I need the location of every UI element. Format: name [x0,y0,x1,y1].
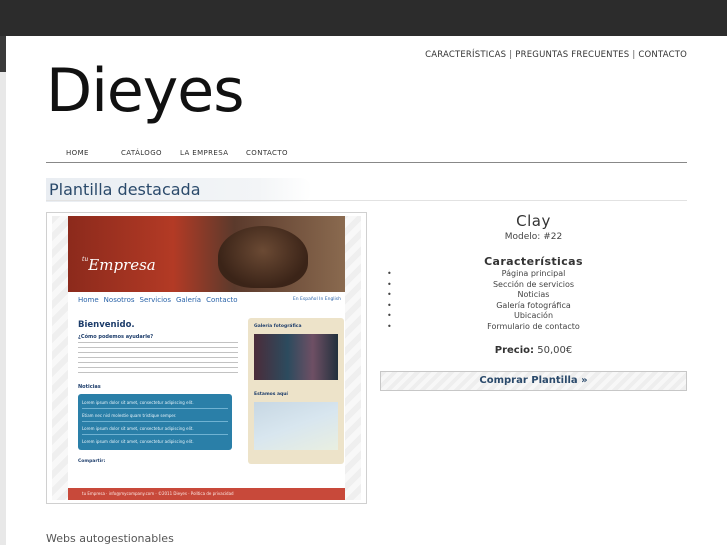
preview-footer: tu Empresa · info@mycompany.com · ©2011 … [68,488,345,500]
section-title: Plantilla destacada [49,180,201,199]
preview-map-image [254,402,338,450]
browser-top-bar [0,0,727,36]
main-nav: HOME CATÁLOGO LA EMPRESA CONTACTO [46,143,687,163]
preview-news-item: Lorem ipsum dolor sit amet, consectetur … [82,426,194,431]
top-link-separator: | [632,50,636,60]
preview-language-flags: En Español In English [293,297,341,302]
feature-item: Página principal [380,269,687,280]
product-price: Precio: 50,00€ [380,345,687,356]
preview-pottery-photo [218,226,308,288]
preview-body: Home Nosotros Servicios Galería Contacto En … [68,292,345,488]
preview-news-divider [82,408,228,409]
template-preview-frame[interactable]: tuEmpresa Home Nosotros Servicios Galería Co… [46,212,367,504]
preview-news-title: Noticias [78,384,101,390]
price-label: Precio: [494,345,535,356]
nav-item-contacto[interactable]: CONTACTO [246,149,288,157]
preview-footer-text: tu Empresa · info@mycompany.com · ©2011 … [82,491,234,496]
preview-news-item: Lorem ipsum dolor sit amet, consectetur … [82,400,194,405]
preview-nav-item: Home [78,296,99,304]
top-link-preguntas[interactable]: PREGUNTAS FRECUENTES [515,50,629,60]
preview-news-divider [82,421,228,422]
section-title-bar: Plantilla destacada [46,178,312,202]
feature-item: Formulario de contacto [380,322,687,333]
buy-template-button[interactable]: Comprar Plantilla » [380,371,687,391]
top-link-separator: | [509,50,513,60]
preview-brand: tuEmpresa [82,256,156,274]
features-title: Características [484,255,583,268]
preview-flag-en: In English [319,297,341,302]
preview-news-divider [82,434,228,435]
preview-flag-es: En Español [292,297,318,302]
product-name: Clay [516,212,551,230]
nav-item-home[interactable]: HOME [66,149,89,157]
preview-news-box: Lorem ipsum dolor sit amet, consectetur … [78,394,232,450]
preview-nav-item: Contacto [206,296,238,304]
section-divider [46,200,687,201]
features-list: Página principal Sección de servicios No… [380,269,687,333]
product-model: Modelo: #22 [504,232,563,242]
preview-gallery-image [254,334,338,380]
nav-item-la-empresa[interactable]: LA EMPRESA [180,149,228,157]
preview-news-item: Etiam nec nisl molestie quam tristique s… [82,413,177,418]
preview-location-label: Estamos aquí [254,392,288,397]
preview-sidebar: Galería fotográfica Estamos aquí [248,318,344,464]
preview-nav-item: Galería [175,296,202,304]
preview-nav-item: Servicios [139,296,171,304]
nav-item-catalogo[interactable]: CATÁLOGO [121,149,162,157]
preview-nav-item: Nosotros [103,296,135,304]
top-link-contacto[interactable]: CONTACTO [638,50,687,60]
preview-gallery-label: Galería fotográfica [254,324,302,329]
preview-header: tuEmpresa [68,216,345,292]
feature-item: Ubicación [380,311,687,322]
preview-subtitle: ¿Cómo podemos ayudarle? [78,334,154,340]
feature-item: Galería fotográfica [380,301,687,312]
preview-brand-name: Empresa [88,256,156,274]
template-preview-image[interactable]: tuEmpresa Home Nosotros Servicios Galería Co… [52,216,361,500]
top-links: CARACTERÍSTICAS | PREGUNTAS FRECUENTES | CON… [425,50,687,60]
site-logo[interactable]: Dieyes [46,56,244,126]
feature-item: Noticias [380,290,687,301]
feature-item: Sección de servicios [380,280,687,291]
page: CARACTERÍSTICAS | PREGUNTAS FRECUENTES | CON… [6,36,727,545]
bottom-section-title: Webs autogestionables [46,532,174,545]
preview-lorem-text [78,342,238,376]
price-value: 50,00€ [537,345,573,356]
preview-news-item: Lorem ipsum dolor sit amet, consectetur … [82,439,194,444]
top-link-caracteristicas[interactable]: CARACTERÍSTICAS [425,50,506,60]
preview-nav: Home Nosotros Servicios Galería Contacto [78,296,243,304]
preview-share: Compartir: [78,459,106,464]
preview-welcome: Bienvenido. [78,320,135,330]
